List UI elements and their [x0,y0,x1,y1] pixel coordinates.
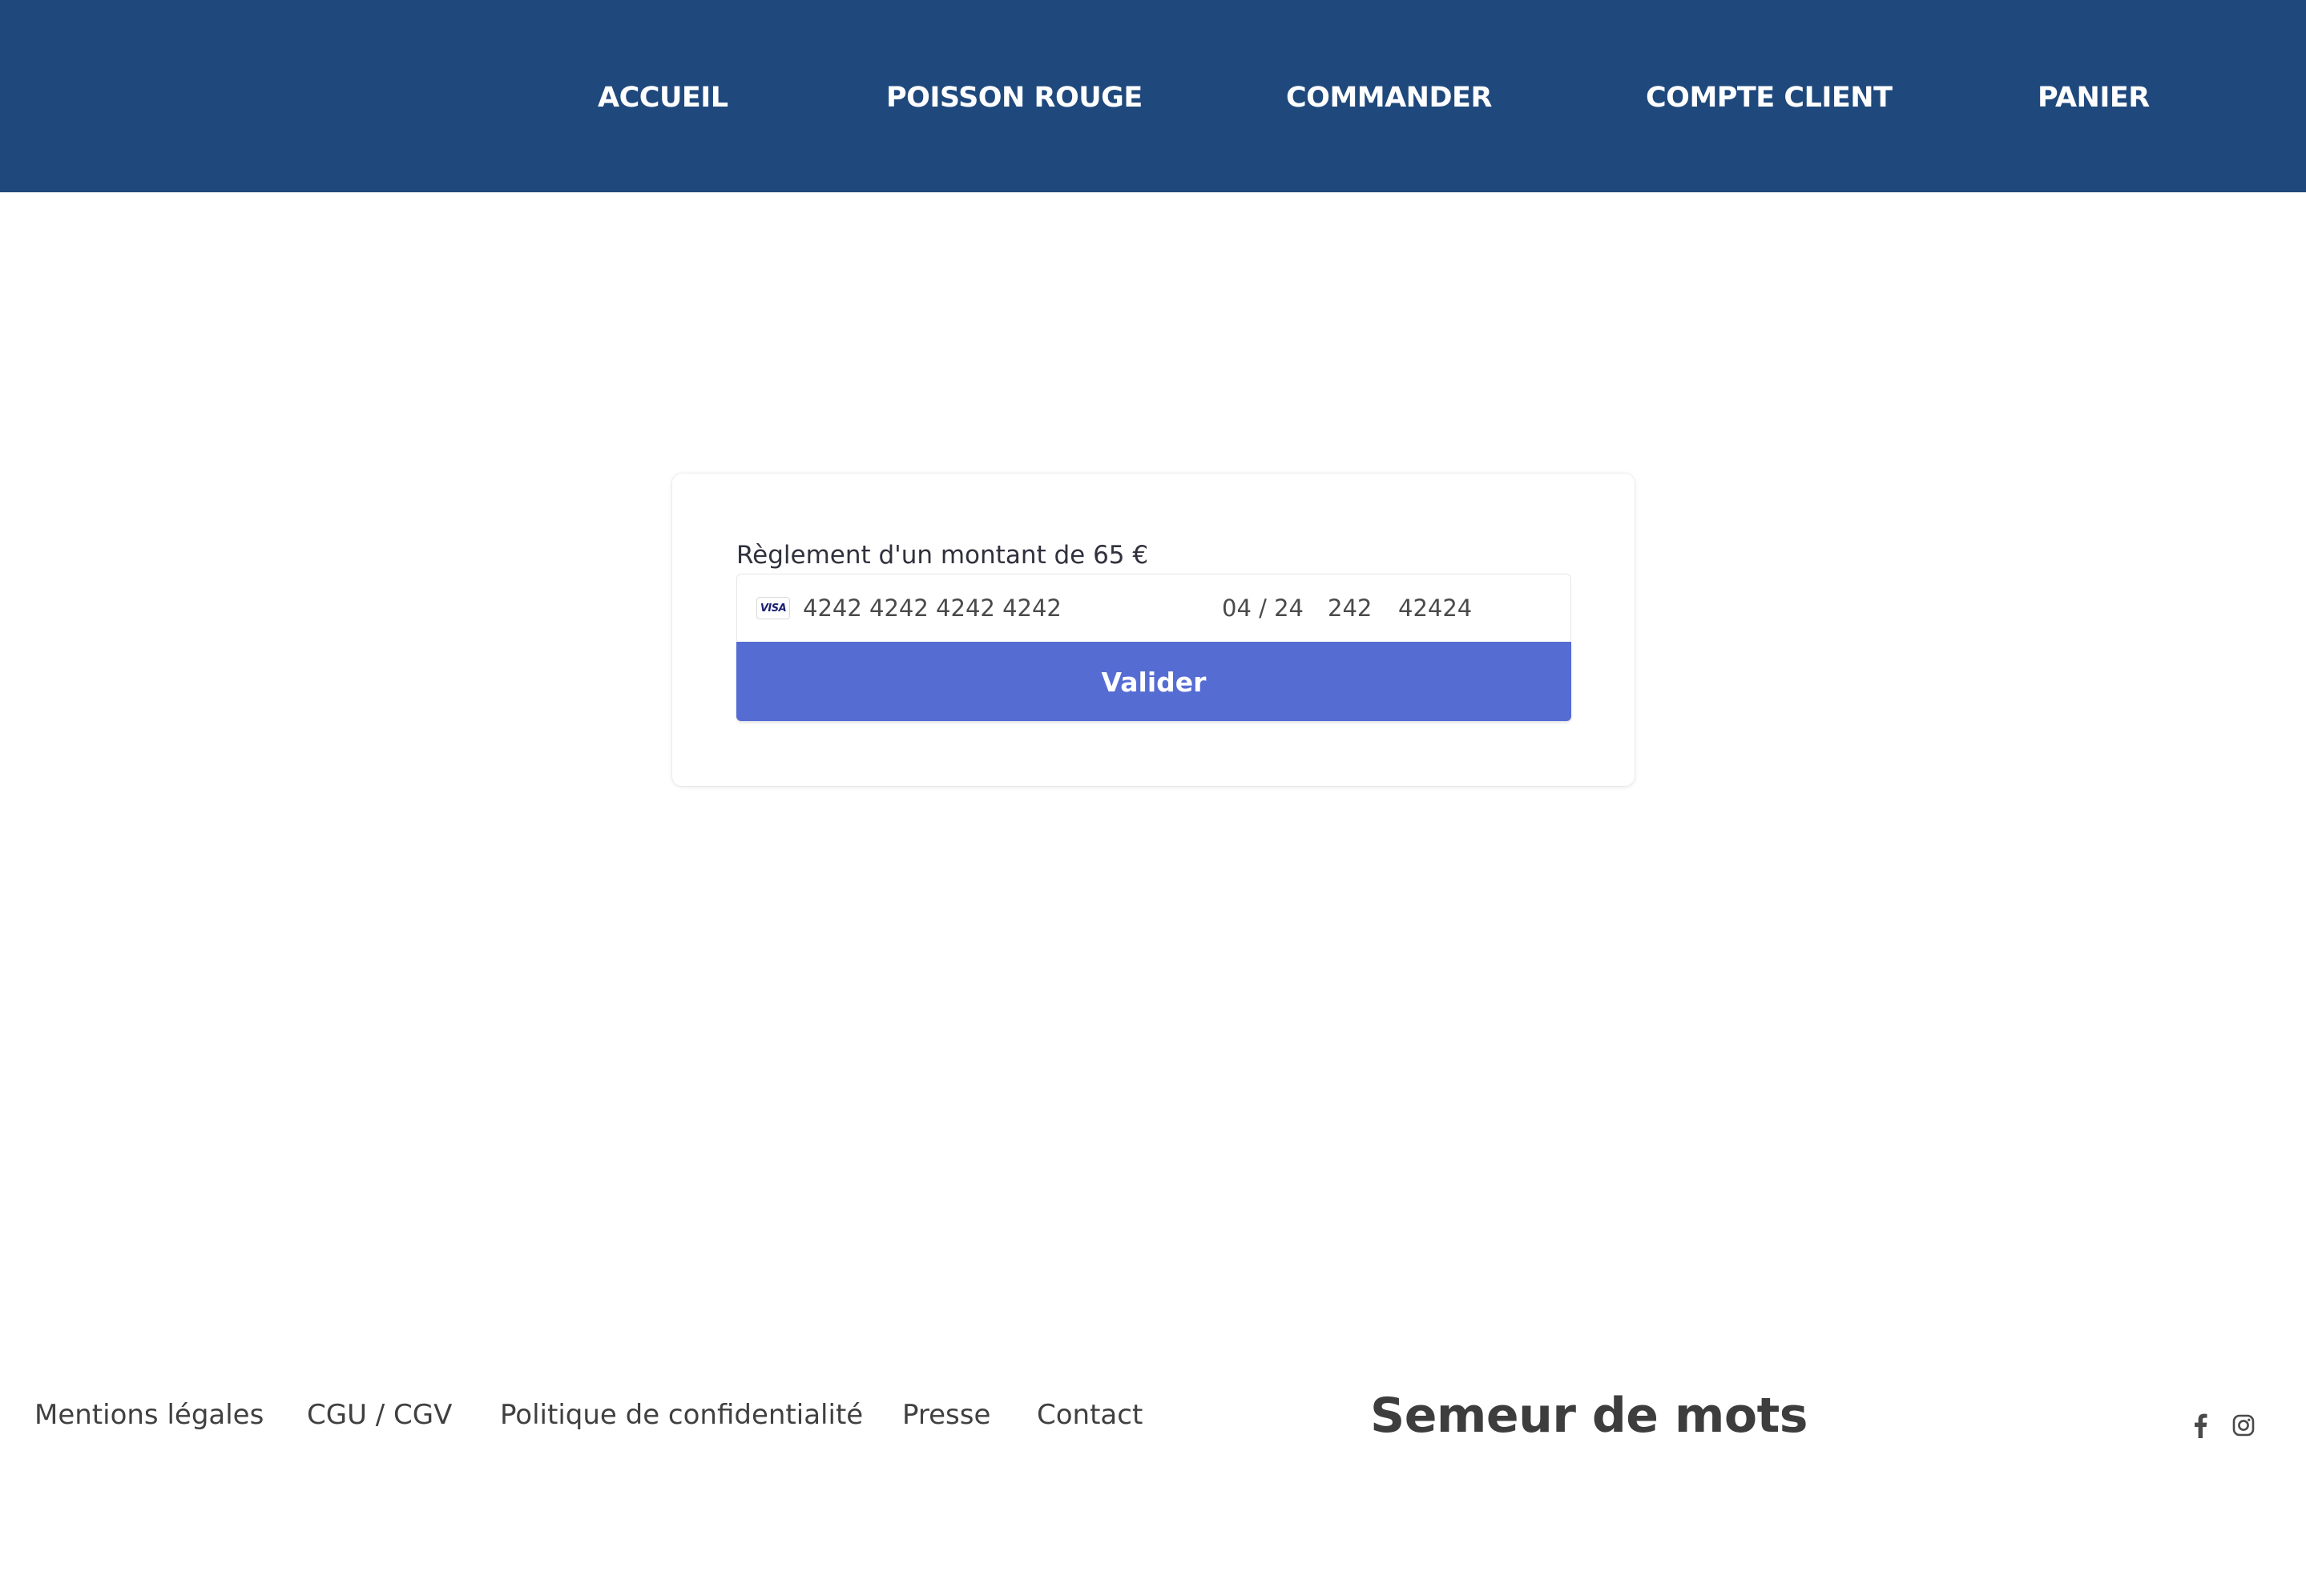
nav-poisson-rouge[interactable]: POISSON ROUGE [886,80,1143,115]
footer-link-presse[interactable]: Presse [902,1392,990,1437]
payment-amount-label: Règlement d'un montant de 65 € [736,541,1149,570]
footer-link-politique-confidentialite[interactable]: Politique de confidentialité [500,1392,863,1437]
footer-link-mentions-legales[interactable]: Mentions légales [34,1392,264,1437]
footer-link-cgu-cgv[interactable]: CGU / CGV [307,1392,452,1437]
valider-button[interactable]: Valider [736,642,1571,721]
card-expiry-field[interactable]: 04 / 24 [1222,574,1318,642]
footer-links: Mentions légales CGU / CGV Politique de … [0,1392,1202,1437]
nav-commander[interactable]: COMMANDER [1286,80,1492,115]
main-nav: ACCUEIL POISSON ROUGE COMMANDER COMPTE C… [0,0,2306,192]
visa-icon: VISA [756,597,790,619]
nav-accueil[interactable]: ACCUEIL [598,80,728,115]
card-details-input[interactable]: VISA 4242 4242 4242 4242 04 / 24 242 424… [736,574,1571,641]
postal-code-field[interactable]: 42424 [1398,574,1518,642]
card-cvc-field[interactable]: 242 [1328,574,1385,642]
nav-compte-client[interactable]: COMPTE CLIENT [1646,80,1893,115]
nav-panier[interactable]: PANIER [2038,80,2150,115]
footer-brand-name: Semeur de mots [1370,1388,1808,1444]
card-number-field[interactable]: 4242 4242 4242 4242 [803,574,1203,642]
instagram-icon[interactable] [2230,1412,2257,1439]
footer-link-contact[interactable]: Contact [1037,1392,1143,1437]
payment-form-card: Règlement d'un montant de 65 € VISA 4242… [672,474,1635,786]
facebook-icon[interactable] [2187,1412,2214,1439]
site-header: ACCUEIL POISSON ROUGE COMMANDER COMPTE C… [0,0,2306,192]
